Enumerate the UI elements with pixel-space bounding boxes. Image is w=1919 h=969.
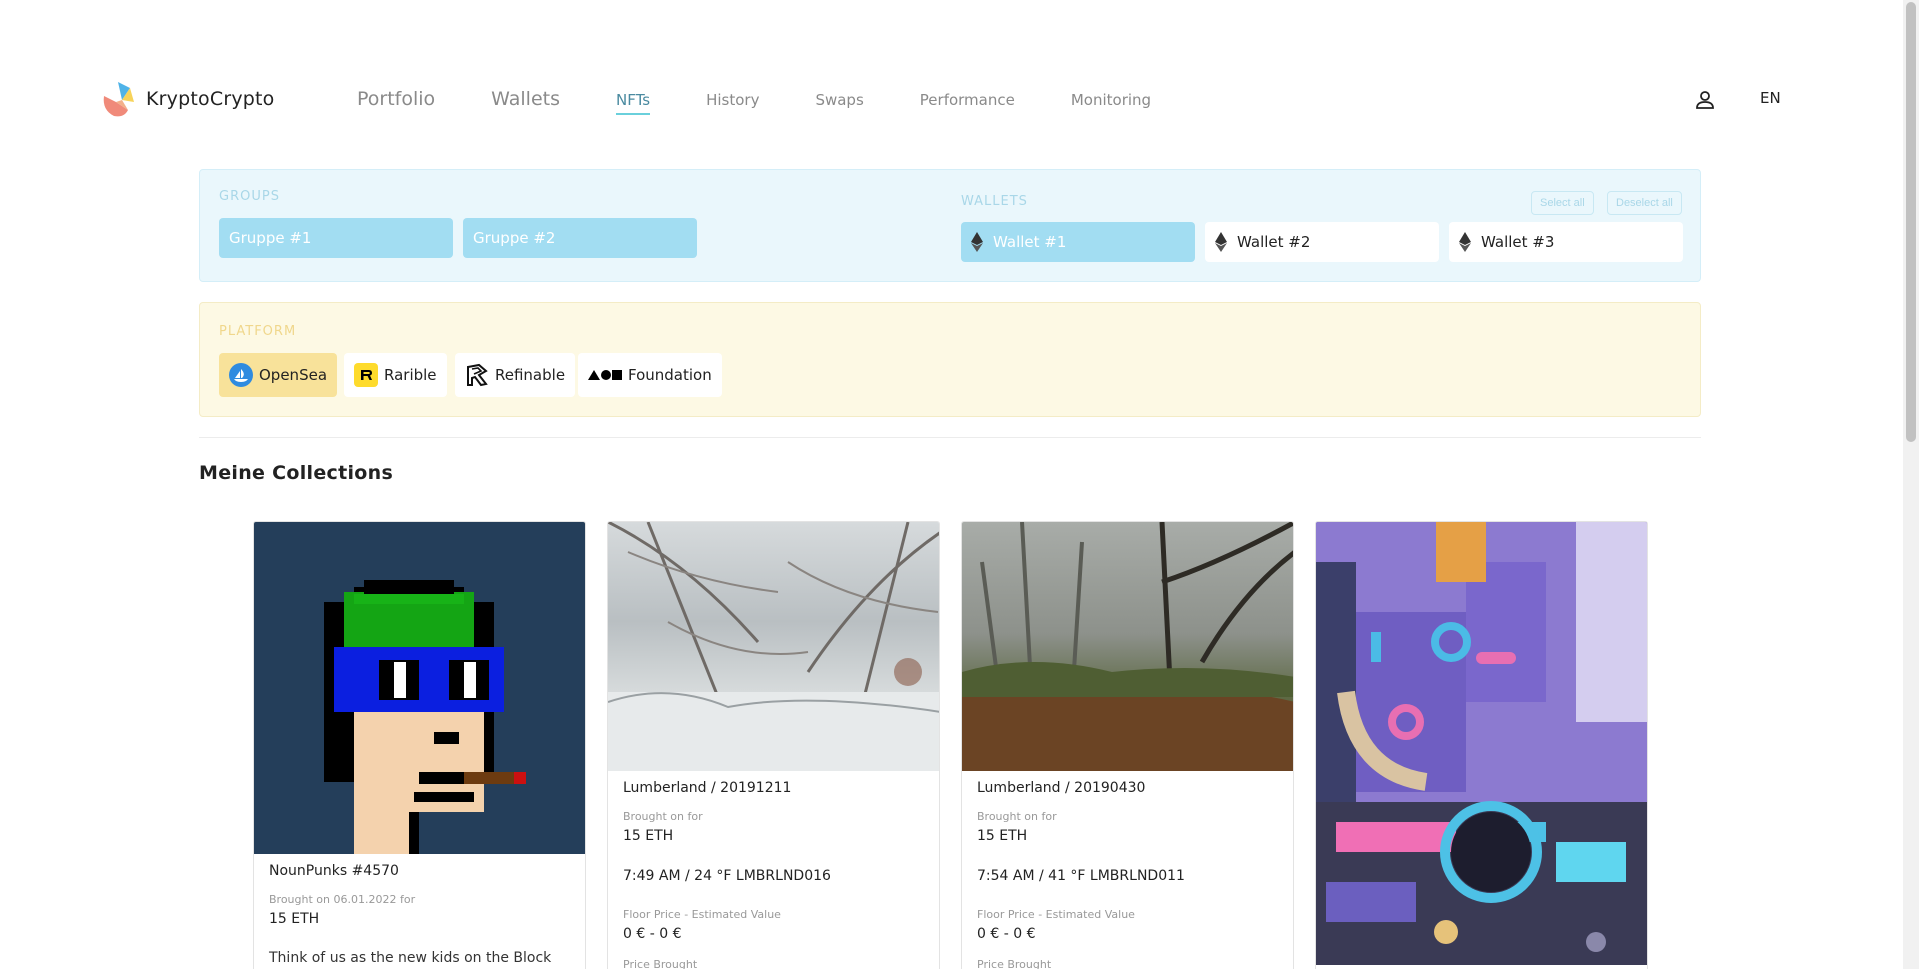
wallet-chip-1[interactable]: Wallet #1 (961, 222, 1195, 262)
nft-name: Lumberland / 20190430 (977, 780, 1146, 796)
wallet-label: Wallet #1 (993, 233, 1067, 251)
nft-card[interactable]: Lumberland / 20190430 Brought on for 15 … (961, 521, 1294, 969)
nav-wallets[interactable]: Wallets (491, 88, 560, 110)
groups-label: GROUPS (219, 189, 280, 204)
refinable-icon (467, 363, 488, 387)
select-all-button[interactable]: Select all (1531, 191, 1594, 215)
bought-value: 15 ETH (623, 828, 674, 844)
main-nav: Portfolio Wallets NFTs History Swaps Per… (357, 88, 1207, 115)
bought-label: Brought on 06.01.2022 for (269, 893, 416, 906)
extra-label: Price Brought (623, 958, 698, 969)
nft-description: Think of us as the new kids on the Block (269, 950, 552, 966)
nft-image (1316, 522, 1647, 965)
floor-value: 0 € - 0 € (623, 926, 682, 942)
nav-swaps[interactable]: Swaps (815, 91, 863, 109)
user-icon[interactable] (1693, 88, 1717, 112)
platform-label: PLATFORM (219, 324, 297, 339)
nft-name: NounPunks #4570 (269, 863, 399, 879)
floor-label: Floor Price - Estimated Value (977, 908, 1135, 921)
nav-portfolio[interactable]: Portfolio (357, 88, 435, 110)
group-chip-2[interactable]: Gruppe #2 (463, 218, 697, 258)
platform-chip-refinable[interactable]: Refinable (455, 353, 576, 397)
divider (199, 437, 1701, 438)
bought-value: 15 ETH (977, 828, 1028, 844)
ethereum-icon (1215, 232, 1227, 252)
platform-label-foundation: Foundation (628, 366, 712, 384)
platform-chip-rarible[interactable]: Rarible (344, 353, 447, 397)
wallet-label: Wallet #3 (1481, 233, 1555, 251)
scrollbar-thumb[interactable] (1906, 2, 1916, 442)
wallet-label: Wallet #2 (1237, 233, 1311, 251)
nft-card[interactable]: NounPunks #4570 Brought on 06.01.2022 fo… (253, 521, 586, 969)
platform-label-refinable: Refinable (495, 366, 566, 384)
group-chip-1[interactable]: Gruppe #1 (219, 218, 453, 258)
pixel-punk-image (324, 580, 526, 854)
nft-card[interactable] (1315, 521, 1648, 969)
nft-card[interactable]: Lumberland / 20191211 Brought on for 15 … (607, 521, 940, 969)
logo[interactable]: KryptoCrypto (100, 80, 275, 118)
floor-value: 0 € - 0 € (977, 926, 1036, 942)
collections-title: Meine Collections (199, 462, 394, 484)
nft-image (254, 522, 585, 854)
extra-label: Price Brought (977, 958, 1052, 969)
nft-image (962, 522, 1293, 771)
bought-label: Brought on for (977, 810, 1057, 823)
nft-image (608, 522, 939, 771)
nav-nfts[interactable]: NFTs (615, 91, 651, 115)
wallets-label: WALLETS (961, 194, 1028, 209)
platform-chip-foundation[interactable]: Foundation (578, 353, 722, 397)
opensea-icon (229, 363, 253, 387)
3d-toy-image (1316, 522, 1647, 965)
bought-value: 15 ETH (269, 911, 320, 927)
language-selector[interactable]: EN (1760, 89, 1781, 107)
nft-name: Lumberland / 20191211 (623, 780, 792, 796)
wallet-chip-3[interactable]: Wallet #3 (1449, 222, 1683, 262)
snowy-forest-image (608, 522, 939, 771)
nav-performance[interactable]: Performance (920, 91, 1015, 109)
bought-label: Brought on for (623, 810, 703, 823)
wallet-chip-2[interactable]: Wallet #2 (1205, 222, 1439, 262)
rarible-icon (354, 363, 378, 387)
nft-meta: 7:54 AM / 41 °F LMBRLND011 (977, 868, 1185, 884)
ethereum-icon (1459, 232, 1471, 252)
foundation-icon (588, 370, 622, 380)
nav-history[interactable]: History (706, 91, 759, 109)
deselect-all-button[interactable]: Deselect all (1607, 191, 1682, 215)
logo-icon (103, 82, 134, 117)
page-scrollbar[interactable] (1903, 0, 1919, 969)
nft-meta: 7:49 AM / 24 °F LMBRLND016 (623, 868, 831, 884)
foggy-forest-image (962, 522, 1293, 771)
groups-wallets-filter: GROUPS Gruppe #1 Gruppe #2 WALLETS Selec… (199, 169, 1701, 282)
platform-label-rarible: Rarible (384, 366, 437, 384)
ethereum-icon (971, 232, 983, 252)
nav-monitoring[interactable]: Monitoring (1071, 91, 1151, 109)
floor-label: Floor Price - Estimated Value (623, 908, 781, 921)
platform-filter: PLATFORM OpenSea Rarible Refinable Found… (199, 302, 1701, 417)
platform-chip-opensea[interactable]: OpenSea (219, 353, 338, 397)
app-name: KryptoCrypto (146, 88, 275, 110)
platform-label-opensea: OpenSea (259, 366, 328, 384)
